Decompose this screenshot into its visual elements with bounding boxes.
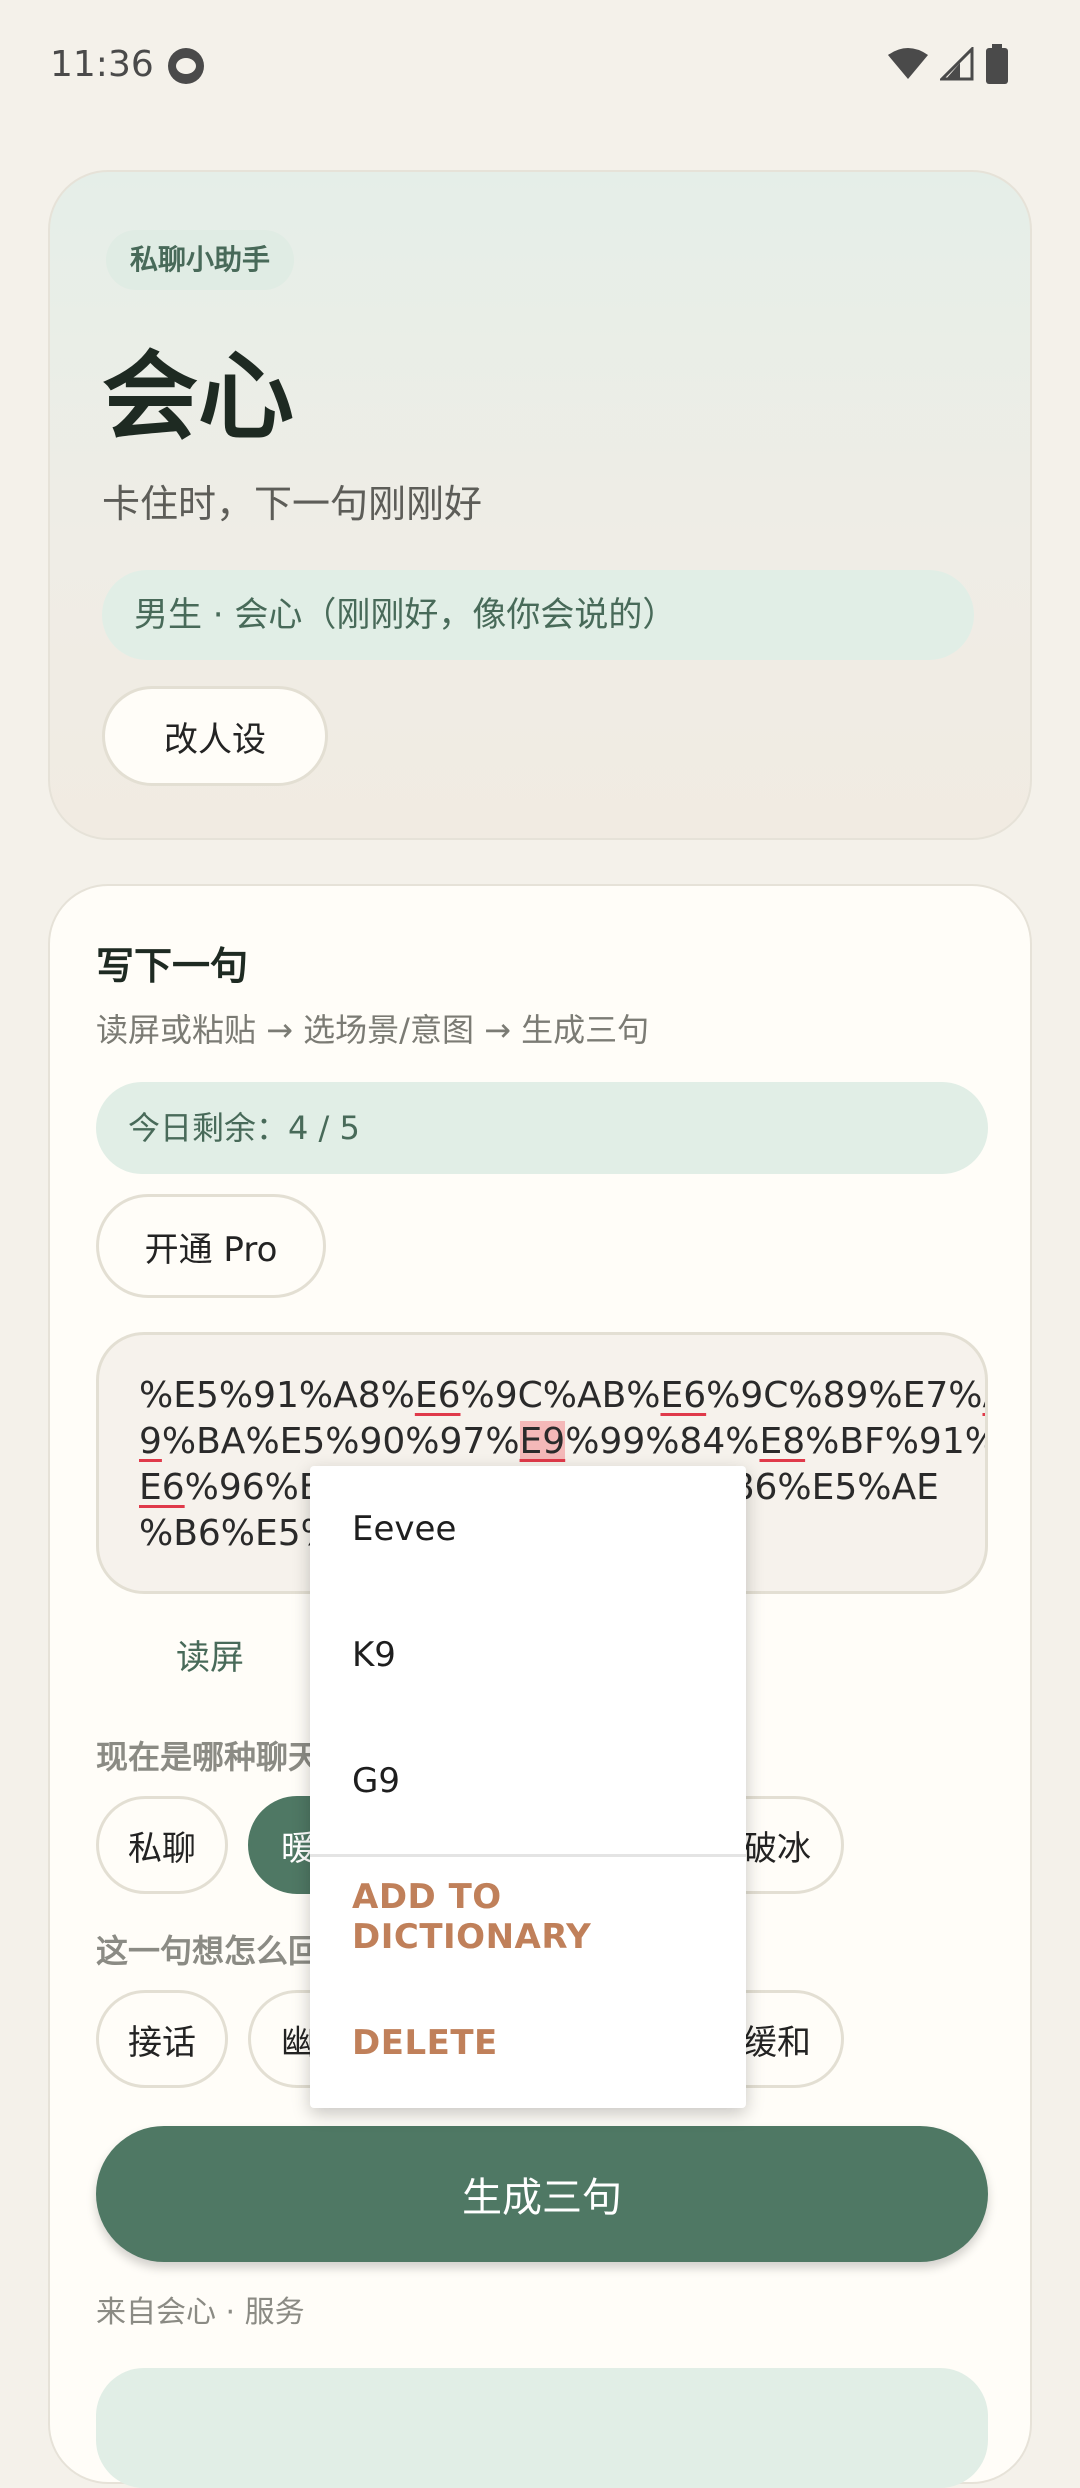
edit-persona-button[interactable]: 改人设 (102, 686, 328, 786)
app-tag: 私聊小助手 (106, 230, 295, 290)
persona-card: 私聊小助手 会心 卡住时，下一句刚刚好 男生 · 会心（刚刚好，像你会说的） 改… (48, 170, 1032, 840)
status-time: 11:36 (50, 44, 154, 85)
input-line-2: 9%BA%E5%90%97%E9%99%84%E8%BF%91% (139, 1421, 988, 1462)
service-source: 来自会心 · 服务 (96, 2295, 305, 2330)
suggestion-item[interactable]: K9 (310, 1592, 746, 1718)
intent-chip-follow-up[interactable]: 接话 (96, 1990, 228, 2088)
upgrade-pro-button[interactable]: 开通 Pro (96, 1194, 326, 1298)
status-icons (888, 44, 1008, 84)
composer-steps: 读屏或粘贴 → 选场景/意图 → 生成三句 (96, 1011, 650, 1049)
delete-button[interactable]: DELETE (310, 1980, 746, 2106)
scene-chip-private[interactable]: 私聊 (96, 1796, 228, 1894)
wifi-icon (888, 48, 928, 79)
intent-section-label: 这一句想怎么回 (96, 1932, 321, 1970)
app-title: 会心 (102, 341, 294, 453)
composer-title: 写下一句 (96, 944, 249, 988)
app-notification-icon (168, 48, 204, 84)
input-line-1: %E5%91%A8%E6%9C%AB%E6%9C%89%E7%A (139, 1375, 985, 1416)
battery-icon (986, 44, 1008, 84)
results-card (96, 2368, 988, 2488)
add-to-dictionary-button[interactable]: ADD TO DICTIONARY (310, 1854, 746, 1980)
selected-misspelled-word: E9 (519, 1421, 566, 1462)
cellular-signal-icon (940, 47, 974, 81)
read-screen-button[interactable]: 读屏 (176, 1628, 244, 1688)
daily-quota: 今日剩余：4 / 5 (96, 1082, 988, 1174)
spellcheck-popup: Eevee K9 G9 ADD TO DICTIONARY DELETE (310, 1466, 746, 2108)
suggestion-item[interactable]: G9 (310, 1718, 746, 1844)
app-subtitle: 卡住时，下一句刚刚好 (102, 482, 483, 526)
suggestion-item[interactable]: Eevee (310, 1466, 746, 1592)
current-persona: 男生 · 会心（刚刚好，像你会说的） (102, 570, 974, 660)
generate-button[interactable]: 生成三句 (96, 2126, 988, 2262)
scene-section-label: 现在是哪种聊天 (96, 1738, 321, 1776)
